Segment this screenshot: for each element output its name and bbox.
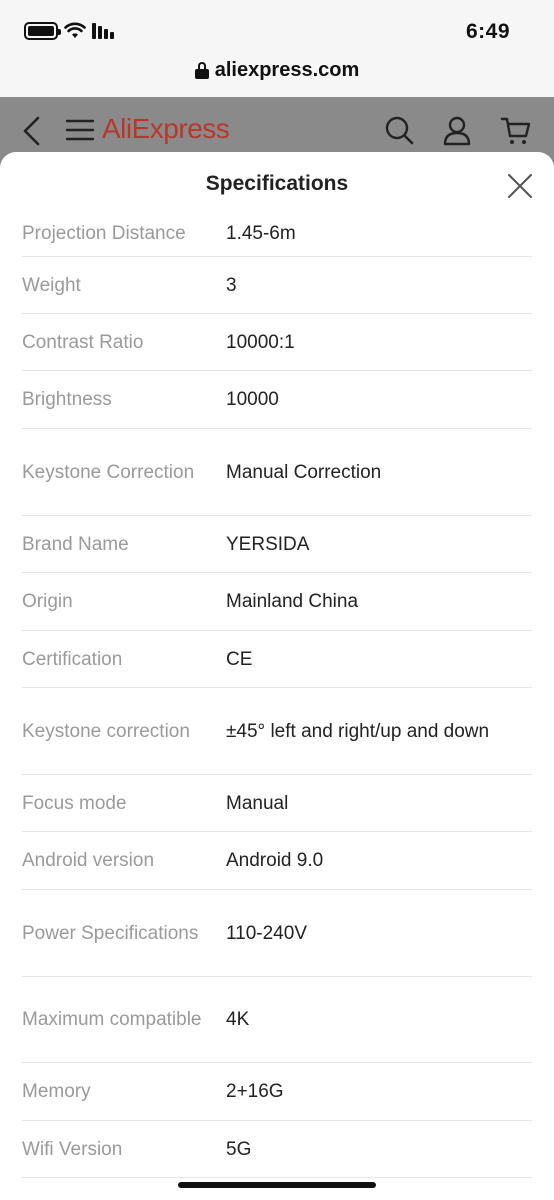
spec-row: Brightness 10000 bbox=[22, 371, 532, 429]
spec-value: 3 bbox=[226, 274, 237, 296]
status-time: 6:49 bbox=[465, 20, 510, 43]
spec-value: Manual bbox=[226, 792, 289, 814]
spec-label: Keystone correction bbox=[22, 720, 190, 742]
spec-row: Android version Android 9.0 bbox=[22, 832, 532, 890]
spec-value: 110-240V bbox=[226, 922, 307, 944]
lock-icon bbox=[194, 62, 209, 79]
spec-row: Keystone correction ±45° left and right/… bbox=[22, 688, 532, 775]
spec-value: Manual Correction bbox=[226, 461, 382, 483]
spec-row: Brand Name YERSIDA bbox=[22, 516, 532, 573]
spec-value: 10000 bbox=[226, 389, 279, 410]
spec-label: Projection Distance bbox=[22, 222, 186, 244]
spec-row: Keystone Correction Manual Correction bbox=[22, 429, 532, 516]
spec-row: Weight 3 bbox=[22, 257, 532, 314]
spec-label: Focus mode bbox=[22, 792, 127, 814]
spec-label: Keystone Correction bbox=[22, 461, 195, 483]
spec-row: Contrast Ratio 10000:1 bbox=[22, 314, 532, 371]
menu-icon[interactable] bbox=[66, 119, 94, 141]
spec-row: Power Specifications 110-240V bbox=[22, 890, 532, 977]
spec-row: Focus mode Manual bbox=[22, 775, 532, 832]
account-icon[interactable] bbox=[443, 115, 471, 147]
cellular-signal-icon bbox=[92, 23, 114, 39]
specifications-sheet: Specifications Projection Distance 1.45-… bbox=[0, 152, 554, 1200]
spec-label: Android version bbox=[22, 850, 155, 871]
spec-row: Origin Mainland China bbox=[22, 573, 532, 631]
url-text: aliexpress.com bbox=[214, 58, 360, 81]
spec-label: Wifi Version bbox=[22, 1138, 123, 1160]
spec-value: 2+16G bbox=[226, 1081, 284, 1102]
spec-value: Android 9.0 bbox=[226, 850, 324, 871]
home-indicator[interactable] bbox=[178, 1182, 376, 1188]
close-icon[interactable] bbox=[506, 172, 534, 200]
spec-row: Memory 2+16G bbox=[22, 1063, 532, 1121]
spec-row: Wifi Version 5G bbox=[22, 1121, 532, 1178]
spec-label: Weight bbox=[22, 274, 81, 296]
spec-label: Memory bbox=[22, 1081, 91, 1102]
spec-value: 4K bbox=[226, 1009, 250, 1030]
search-icon[interactable] bbox=[384, 115, 414, 147]
aliexpress-logo[interactable]: AliExpress bbox=[102, 113, 230, 145]
status-icons bbox=[24, 22, 114, 40]
spec-value: ±45° left and right/up and down bbox=[226, 720, 490, 742]
spec-label: Power Specifications bbox=[22, 922, 199, 944]
spec-value: 5G bbox=[226, 1138, 252, 1160]
spec-value: YERSIDA bbox=[226, 533, 310, 555]
back-icon[interactable] bbox=[20, 115, 42, 147]
spec-list: Projection Distance 1.45-6m Weight 3 Con… bbox=[22, 210, 532, 1178]
spec-label: Origin bbox=[22, 591, 73, 612]
sheet-title: Specifications bbox=[205, 172, 349, 195]
spec-row: Certification CE bbox=[22, 631, 532, 688]
cart-icon[interactable] bbox=[500, 115, 532, 147]
wifi-icon bbox=[64, 22, 86, 38]
spec-label: Certification bbox=[22, 648, 123, 670]
battery-icon bbox=[24, 22, 61, 40]
spec-value: 10000:1 bbox=[226, 331, 295, 353]
spec-row: Maximum compatible 4K bbox=[22, 977, 532, 1063]
spec-label: Maximum compatible bbox=[22, 1009, 202, 1030]
status-bar: 6:49 aliexpress.com bbox=[0, 0, 554, 97]
spec-value: 1.45-6m bbox=[226, 222, 296, 244]
address-bar[interactable]: aliexpress.com bbox=[0, 56, 554, 84]
spec-label: Brightness bbox=[22, 389, 112, 410]
spec-label: Contrast Ratio bbox=[22, 331, 144, 353]
spec-value: Mainland China bbox=[226, 591, 359, 612]
spec-label: Brand Name bbox=[22, 533, 129, 555]
spec-value: CE bbox=[226, 648, 253, 670]
spec-row: Projection Distance 1.45-6m bbox=[22, 210, 532, 257]
